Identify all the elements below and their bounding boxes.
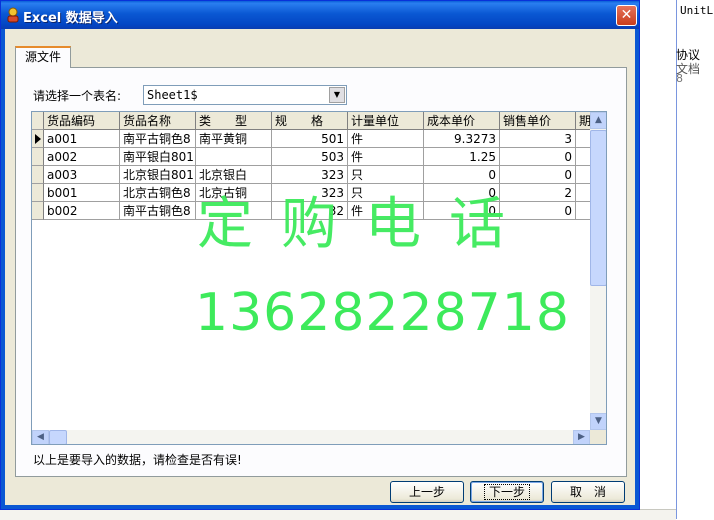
row-indicator[interactable] [32,184,44,202]
next-button-label: 下一步 [483,484,531,500]
table-cell[interactable]: a003 [44,166,120,184]
row-indicator[interactable] [32,112,44,130]
next-button[interactable]: 下一步 [470,481,544,503]
prev-button-label: 上一步 [408,485,445,499]
window-frame [1,505,639,509]
close-button[interactable]: ✕ [616,5,637,26]
table-cell[interactable]: 件 [348,130,424,148]
vertical-scrollbar[interactable]: ▲ ▼ [590,112,606,430]
table-cell[interactable]: 3 [500,130,576,148]
table-cell[interactable]: 北京古铜色8 [120,184,196,202]
excel-import-dialog: Excel 数据导入 ✕ 源文件 请选择一个表名: Sheet1$ ▼ 货品编码… [0,0,640,510]
table-cell[interactable] [576,202,590,220]
background-text: 8 [676,72,683,85]
scroll-up-icon[interactable]: ▲ [590,112,606,129]
column-header[interactable]: 计量单位 [348,112,424,130]
table-cell[interactable] [576,184,590,202]
scrollbar-corner [590,430,606,444]
close-icon: ✕ [620,7,633,23]
table-cell[interactable]: 件 [348,148,424,166]
status-message: 以上是要导入的数据，请检查是否有误! [33,453,242,467]
table-cell[interactable] [576,148,590,166]
current-row-indicator-icon[interactable] [32,130,44,148]
row-indicator[interactable] [32,166,44,184]
scroll-right-icon[interactable]: ▶ [573,430,590,444]
chevron-down-icon[interactable]: ▼ [329,87,345,103]
row-indicator[interactable] [32,148,44,166]
scrollbar-thumb[interactable] [590,130,606,286]
table-cell[interactable]: 9.3273 [424,130,500,148]
watermark-text: 定购电话 [197,192,533,257]
column-header[interactable]: 货品编码 [44,112,120,130]
app-icon [7,7,19,23]
tab-source-file[interactable]: 源文件 [15,46,71,68]
sheet-select-label: 请选择一个表名: [33,89,122,103]
table-cell[interactable]: 0 [500,148,576,166]
watermark-phone: 13628228718 [195,283,570,343]
horizontal-scrollbar[interactable]: ◀ ▶ [32,430,590,444]
column-header[interactable]: 类 型 [196,112,272,130]
sheet-select[interactable]: Sheet1$ ▼ [143,85,347,105]
window-title: Excel 数据导入 [23,11,118,26]
table-cell[interactable]: 南平黄铜 [196,130,272,148]
table-cell[interactable]: 北京银白801 [120,166,196,184]
table-row[interactable]: a002 南平银白801 503 件 1.25 0 [32,148,590,166]
table-cell[interactable]: b001 [44,184,120,202]
data-grid[interactable]: 货品编码 货品名称类 型规 格计量单位 成本单价 销售单价期 a001 南平古铜色8 南平黄… [31,111,607,445]
table-cell[interactable]: 501 [272,130,348,148]
prev-button[interactable]: 上一步 [390,481,464,503]
sheet-select-value: Sheet1$ [147,88,198,102]
column-header[interactable]: 期 [576,112,590,130]
title-bar[interactable]: Excel 数据导入 ✕ [1,1,639,29]
cancel-button[interactable]: 取 消 [551,481,625,503]
table-cell[interactable]: a001 [44,130,120,148]
table-cell[interactable]: a002 [44,148,120,166]
background-bottom-bar [0,509,676,520]
window-frame [635,29,639,509]
grid-body: 货品编码 货品名称类 型规 格计量单位 成本单价 销售单价期 a001 南平古铜色8 南平黄… [32,112,590,430]
table-cell[interactable]: b002 [44,202,120,220]
window-frame [1,29,5,509]
scroll-left-icon[interactable]: ◀ [32,430,49,444]
scroll-down-icon[interactable]: ▼ [590,413,606,430]
row-indicator[interactable] [32,202,44,220]
column-header[interactable]: 成本单价 [424,112,500,130]
table-cell[interactable] [196,148,272,166]
column-header[interactable]: 销售单价 [500,112,576,130]
grid-header-row: 货品编码 货品名称类 型规 格计量单位 成本单价 销售单价期 [32,112,590,130]
cancel-button-label: 取 消 [569,485,606,499]
table-row[interactable]: a001 南平古铜色8 南平黄铜 501 件 9.3273 3 [32,130,590,148]
table-cell[interactable]: 南平银白801 [120,148,196,166]
scrollbar-thumb[interactable] [49,430,67,444]
column-header[interactable]: 规 格 [272,112,348,130]
table-cell[interactable]: 南平古铜色8 [120,202,196,220]
column-header[interactable]: 货品名称 [120,112,196,130]
background-text: UnitLi [680,4,714,17]
table-cell[interactable] [576,166,590,184]
table-cell[interactable]: 1.25 [424,148,500,166]
table-cell[interactable]: 南平古铜色8 [120,130,196,148]
table-cell[interactable] [576,130,590,148]
table-cell[interactable]: 503 [272,148,348,166]
